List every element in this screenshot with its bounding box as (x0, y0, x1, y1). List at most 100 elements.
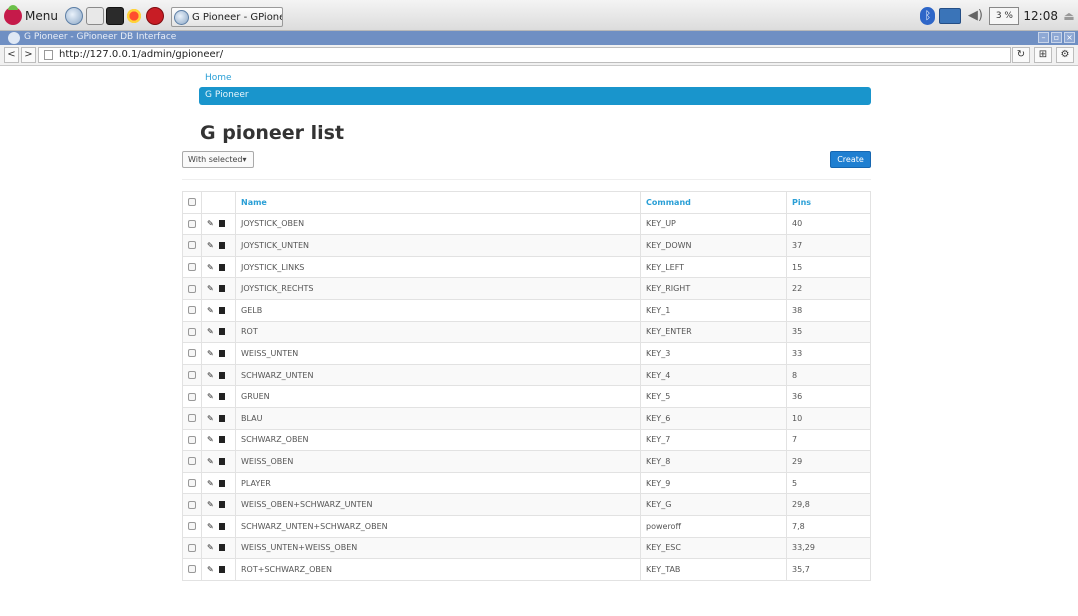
row-checkbox[interactable] (188, 565, 196, 574)
delete-icon[interactable] (219, 479, 225, 487)
name-header[interactable]: Name (235, 191, 641, 214)
row-actions: ✎ (201, 428, 236, 452)
back-button[interactable]: < (4, 47, 19, 63)
edit-icon[interactable]: ✎ (207, 543, 216, 552)
settings-icon[interactable]: ⚙ (1056, 47, 1074, 63)
delete-icon[interactable] (219, 371, 225, 379)
window-titlebar: G Pioneer - GPioneer DB Interface – ▫ × (0, 31, 1078, 45)
name-cell: SCHWARZ_OBEN (235, 428, 641, 452)
minimize-icon[interactable]: – (1038, 32, 1049, 43)
create-button[interactable]: Create (830, 151, 871, 168)
edit-icon[interactable]: ✎ (207, 414, 216, 423)
edit-icon[interactable]: ✎ (207, 219, 216, 228)
name-cell: WEISS_OBEN (235, 450, 641, 473)
row-checkbox[interactable] (188, 500, 196, 509)
edit-icon[interactable]: ✎ (207, 241, 216, 250)
row-checkbox[interactable] (188, 241, 196, 250)
maximize-icon[interactable]: ▫ (1051, 32, 1062, 43)
row-checkbox[interactable] (188, 327, 196, 336)
terminal-icon[interactable] (106, 7, 124, 25)
row-checkbox[interactable] (188, 435, 196, 444)
url-input[interactable]: http://127.0.0.1/admin/gpioneer/ (38, 47, 1011, 63)
edit-icon[interactable]: ✎ (207, 522, 216, 531)
delete-icon[interactable] (219, 328, 225, 336)
delete-icon[interactable] (219, 220, 225, 228)
row-checkbox[interactable] (188, 263, 196, 272)
delete-icon[interactable] (219, 285, 225, 293)
row-checkbox[interactable] (188, 219, 196, 228)
wolfram-icon[interactable] (146, 7, 164, 25)
delete-icon[interactable] (219, 522, 225, 530)
edit-icon[interactable]: ✎ (207, 284, 216, 293)
delete-icon[interactable] (219, 501, 225, 509)
command-cell: KEY_4 (640, 363, 787, 387)
delete-icon[interactable] (219, 544, 225, 552)
pins-cell: 37 (786, 234, 871, 257)
delete-icon[interactable] (219, 263, 225, 271)
edit-icon[interactable]: ✎ (207, 435, 216, 444)
system-tray: ᛒ ◀) 3 % 12:08 ⏏ (920, 5, 1078, 27)
row-checkbox[interactable] (188, 284, 196, 293)
pins-cell: 40 (786, 212, 871, 236)
command-header[interactable]: Command (640, 191, 787, 214)
delete-icon[interactable] (219, 393, 225, 401)
forward-button[interactable]: > (21, 47, 36, 63)
edit-icon[interactable]: ✎ (207, 263, 216, 272)
select-all-checkbox[interactable] (188, 198, 196, 207)
row-checkbox[interactable] (188, 414, 196, 423)
row-checkbox[interactable] (188, 522, 196, 531)
delete-icon[interactable] (219, 565, 225, 573)
menu-button[interactable]: Menu (4, 5, 58, 26)
page-title: G pioneer list (200, 122, 345, 144)
table-row: ✎ ROT KEY_ENTER 35 (182, 320, 871, 344)
edit-icon[interactable]: ✎ (207, 349, 216, 358)
row-checkbox[interactable] (188, 306, 196, 315)
bookmark-icon[interactable]: ⊞ (1034, 47, 1052, 63)
row-actions: ✎ (201, 234, 236, 257)
network-icon[interactable] (939, 8, 962, 24)
breadcrumb-home[interactable]: Home (205, 73, 232, 83)
table-row: ✎ JOYSTICK_UNTEN KEY_DOWN 37 (182, 234, 871, 257)
edit-icon[interactable]: ✎ (207, 479, 216, 488)
with-selected-dropdown[interactable]: With selected▾ (182, 151, 254, 168)
delete-icon[interactable] (219, 349, 225, 357)
edit-icon[interactable]: ✎ (207, 565, 216, 574)
row-checkbox[interactable] (188, 479, 196, 488)
name-cell: GELB (235, 298, 641, 322)
edit-icon[interactable]: ✎ (207, 327, 216, 336)
delete-icon[interactable] (219, 306, 225, 314)
pins-header[interactable]: Pins (786, 191, 871, 214)
delete-icon[interactable] (219, 436, 225, 444)
close-icon[interactable]: × (1064, 32, 1075, 43)
edit-icon[interactable]: ✎ (207, 500, 216, 509)
command-cell: KEY_ENTER (640, 320, 787, 344)
delete-icon[interactable] (219, 457, 225, 465)
browser-launcher-icon[interactable] (65, 7, 83, 25)
volume-icon[interactable]: ◀) (965, 8, 985, 24)
file-manager-icon[interactable] (86, 7, 104, 25)
row-select-cell (182, 277, 202, 300)
edit-icon[interactable]: ✎ (207, 371, 216, 380)
edit-icon[interactable]: ✎ (207, 306, 216, 315)
clock[interactable]: 12:08 (1023, 9, 1058, 23)
navbar-brand[interactable]: G Pioneer (205, 90, 249, 100)
delete-icon[interactable] (219, 241, 225, 249)
row-actions: ✎ (201, 558, 236, 581)
page-content: Home G Pioneer G pioneer list With selec… (0, 66, 1078, 616)
row-checkbox[interactable] (188, 371, 196, 380)
raspberry-icon (4, 5, 22, 25)
command-cell: KEY_DOWN (640, 234, 787, 257)
eject-icon[interactable]: ⏏ (1062, 9, 1076, 23)
edit-icon[interactable]: ✎ (207, 392, 216, 401)
row-checkbox[interactable] (188, 349, 196, 358)
row-checkbox[interactable] (188, 543, 196, 552)
row-actions: ✎ (201, 298, 236, 322)
math-kernel-icon[interactable] (125, 7, 143, 25)
row-checkbox[interactable] (188, 392, 196, 401)
edit-icon[interactable]: ✎ (207, 457, 216, 466)
row-checkbox[interactable] (188, 457, 196, 466)
delete-icon[interactable] (219, 414, 225, 422)
taskbar-window-button[interactable]: G Pioneer - GPioneer ... (171, 7, 283, 27)
reload-icon[interactable]: ↻ (1012, 47, 1030, 63)
bluetooth-icon[interactable]: ᛒ (920, 7, 936, 25)
